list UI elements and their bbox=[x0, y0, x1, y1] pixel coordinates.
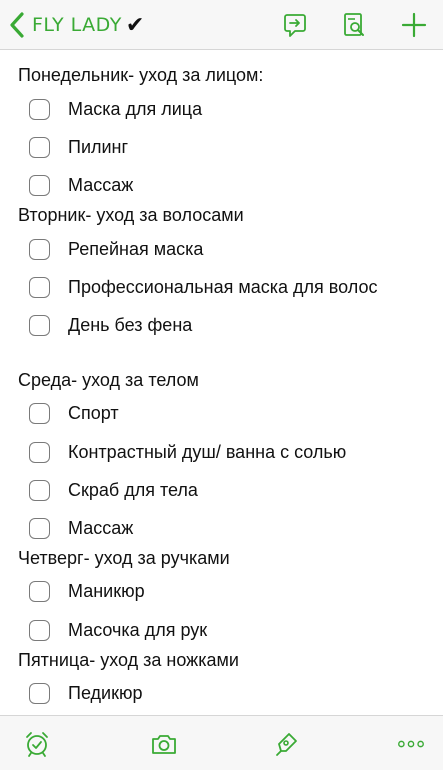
checklist-item: Пилинг bbox=[29, 134, 128, 160]
bottom-toolbar bbox=[0, 715, 443, 770]
add-icon bbox=[401, 12, 427, 38]
camera-icon bbox=[152, 735, 176, 754]
checklist-item-label: Контрастный душ/ ванна с солью bbox=[68, 441, 347, 462]
checkbox[interactable] bbox=[29, 238, 50, 260]
checklist-item: Маска для лица bbox=[29, 96, 202, 122]
checkbox[interactable] bbox=[29, 580, 50, 602]
back-button[interactable]: FLY LADY ✔ bbox=[8, 8, 144, 42]
checklist-item-label: Масочка для рук bbox=[68, 619, 208, 640]
checklist-item: Профессиональная маска для волос bbox=[29, 274, 378, 300]
checklist-item: Контрастный душ/ ванна с солью bbox=[29, 439, 346, 465]
checklist-item: Маникюр bbox=[29, 578, 145, 604]
notebook-title: FLY LADY bbox=[32, 14, 122, 36]
section-heading-monday: Понедельник- уход за лицом: bbox=[18, 65, 264, 85]
checkbox[interactable] bbox=[29, 98, 50, 120]
checklist-item-label: Пилинг bbox=[68, 136, 129, 157]
checkbox[interactable] bbox=[29, 441, 50, 463]
checkbox[interactable] bbox=[29, 619, 50, 641]
section-heading-thursday: Четверг- уход за ручками bbox=[18, 548, 230, 568]
checkbox[interactable] bbox=[29, 314, 50, 336]
notebook-title-check: ✔ bbox=[125, 12, 145, 38]
checkbox[interactable] bbox=[29, 276, 50, 298]
checklist-item: Массаж bbox=[29, 515, 133, 541]
checklist-item-label: Массаж bbox=[68, 174, 134, 195]
checklist-item: День без фена bbox=[29, 312, 192, 338]
checkbox[interactable] bbox=[29, 682, 50, 704]
pen-icon bbox=[276, 733, 297, 756]
checklist-item-label: Педикюр bbox=[68, 682, 143, 703]
checklist-item: Репейная маска bbox=[29, 236, 203, 262]
checklist-item-label: Маникюр bbox=[68, 580, 145, 601]
checkbox[interactable] bbox=[29, 402, 50, 424]
reminder-alarm-icon bbox=[26, 732, 48, 757]
more-icon bbox=[398, 740, 424, 748]
share-icon bbox=[284, 14, 306, 37]
checklist-item-label: Спорт bbox=[68, 402, 119, 423]
note-content: Понедельник- уход за лицом: Маска для ли… bbox=[0, 51, 443, 715]
checklist-item: Педикюр bbox=[29, 680, 143, 706]
checklist-item-label: День без фена bbox=[68, 314, 193, 335]
search-in-note-icon bbox=[344, 13, 364, 36]
checklist-item: Спорт bbox=[29, 400, 119, 426]
checkbox[interactable] bbox=[29, 136, 50, 158]
section-heading-wednesday: Среда- уход за телом bbox=[18, 370, 199, 390]
share-button[interactable] bbox=[279, 9, 311, 41]
checklist-item-label: Профессиональная маска для волос bbox=[68, 276, 378, 297]
chevron-left-icon bbox=[10, 12, 24, 38]
checklist-item: Масочка для рук bbox=[29, 617, 207, 643]
section-heading-friday: Пятница- уход за ножками bbox=[18, 650, 239, 670]
checklist-item-label: Массаж bbox=[68, 517, 134, 538]
checkbox[interactable] bbox=[29, 174, 50, 196]
checkbox[interactable] bbox=[29, 517, 50, 539]
checklist-item-label: Скраб для тела bbox=[68, 479, 198, 500]
section-heading-tuesday: Вторник- уход за волосами bbox=[18, 205, 244, 225]
checklist-item: Скраб для тела bbox=[29, 477, 198, 503]
pen-button[interactable] bbox=[270, 728, 302, 760]
search-in-note-button[interactable] bbox=[338, 9, 370, 41]
more-button[interactable] bbox=[395, 728, 427, 760]
checklist-item-label: Репейная маска bbox=[68, 238, 204, 259]
top-navigation-bar: FLY LADY ✔ bbox=[0, 0, 443, 50]
reminder-button[interactable] bbox=[21, 728, 53, 760]
checklist-item: Массаж bbox=[29, 172, 133, 198]
camera-button[interactable] bbox=[148, 728, 180, 760]
checklist-item-label: Маска для лица bbox=[68, 98, 203, 119]
checkbox[interactable] bbox=[29, 479, 50, 501]
add-button[interactable] bbox=[398, 9, 430, 41]
